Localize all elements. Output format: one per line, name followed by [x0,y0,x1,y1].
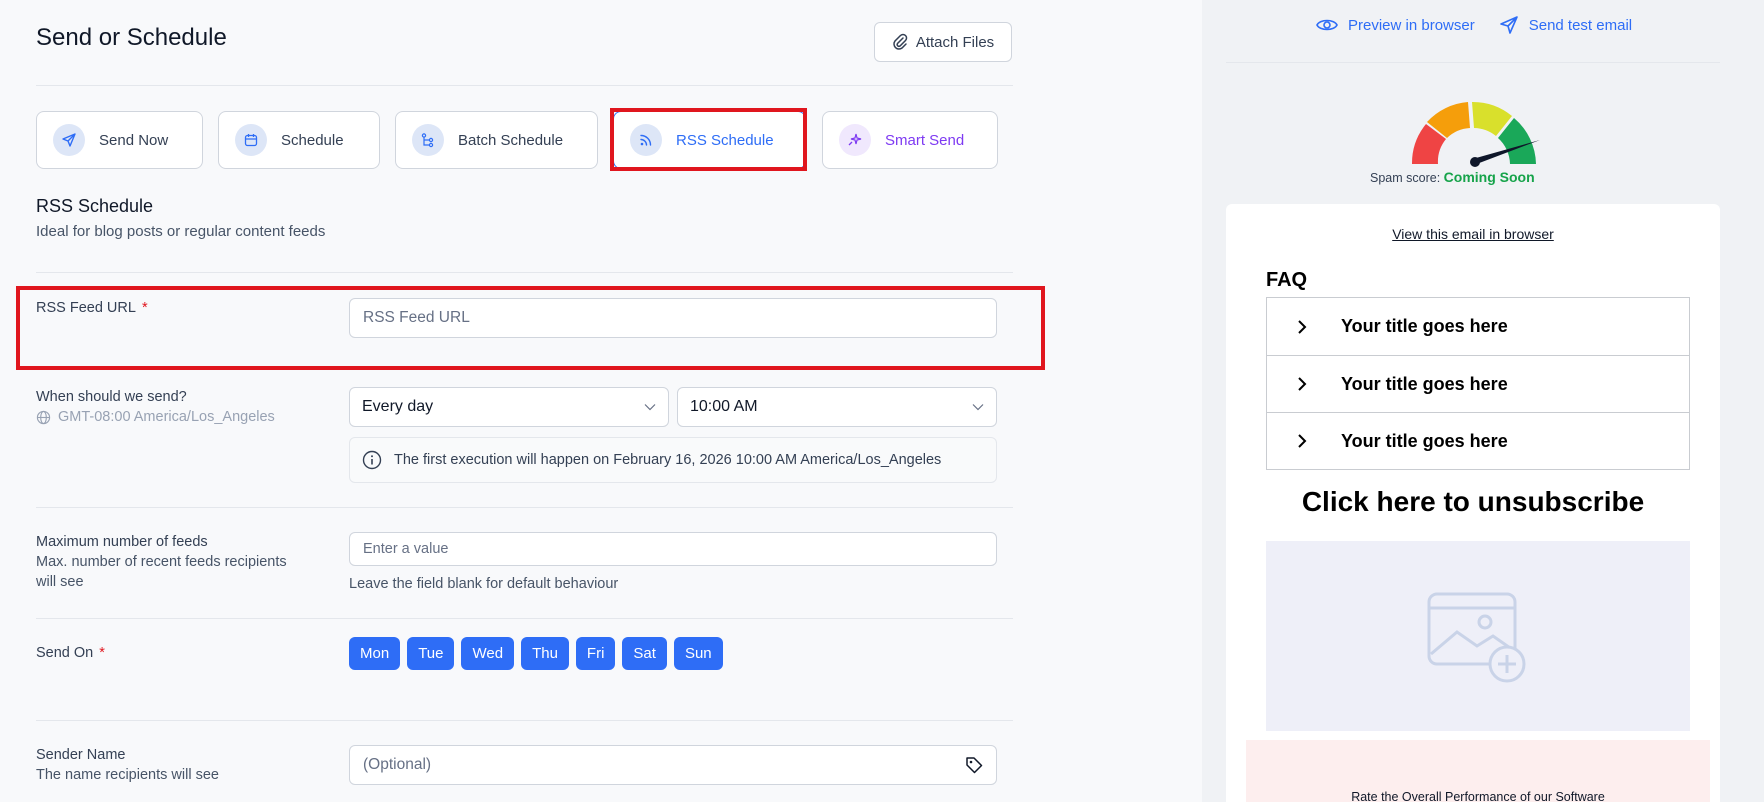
chevron-right-icon [1267,319,1337,335]
scheduler-panel: Send or Schedule Attach Files Send Now S… [0,0,1202,802]
first-execution-text: The first execution will happen on Febru… [394,452,942,468]
chevron-down-icon [972,404,984,411]
when-to-send-label: When should we send? [36,389,187,405]
frequency-value: Every day [362,398,434,415]
paperclip-icon [893,33,908,50]
unsubscribe-link[interactable]: Click here to unsubscribe [1226,486,1720,518]
faq-item[interactable]: Your title goes here [1267,412,1689,469]
day-sun-toggle[interactable]: Sun [673,637,723,670]
highlight-box-rss-url [16,286,1045,370]
tab-batch-schedule[interactable]: Batch Schedule [395,111,598,169]
send-test-email-link[interactable]: Send test email [1499,15,1632,35]
faq-item-title: Your title goes here [1341,430,1508,451]
spam-score-gauge [1411,101,1540,167]
email-preview-panel: Preview in browser Send test email Spam … [1202,0,1764,802]
chevron-right-icon [1267,376,1337,392]
time-select[interactable]: 10:00 AM [677,387,997,427]
info-icon [362,450,382,470]
tab-schedule[interactable]: Schedule [218,111,380,169]
eye-icon [1316,19,1338,31]
send-on-label: Send On * [36,645,105,661]
tab-label: Batch Schedule [458,131,564,149]
divider [36,618,1013,619]
send-icon [53,124,85,156]
page-title: Send or Schedule [36,24,227,51]
chevron-down-icon [644,404,656,411]
frequency-select[interactable]: Every day [349,387,669,427]
faq-accordion: Your title goes here Your title goes her… [1266,297,1690,470]
timezone-label: GMT-08:00 America/Los_Angeles [36,407,275,427]
faq-item-title: Your title goes here [1341,316,1508,336]
calendar-icon [235,124,267,156]
day-picker: Mon Tue Wed Thu Fri Sat Sun [349,637,723,670]
batch-icon [412,124,444,156]
sender-name-input[interactable]: (Optional) [349,745,997,785]
send-icon [1499,16,1518,34]
rating-text: Rate the Overall Performance of our Soft… [1351,790,1605,802]
spam-score: Spam score: Coming Soon [1370,169,1535,185]
add-image-icon [1427,592,1526,683]
sender-name-label: Sender Name [36,747,126,763]
max-feeds-input[interactable]: Enter a value [349,532,997,566]
divider [36,720,1013,721]
max-feeds-placeholder: Enter a value [363,541,449,557]
attach-files-button[interactable]: Attach Files [874,22,1012,62]
tag-icon[interactable] [964,755,984,775]
first-execution-info: The first execution will happen on Febru… [349,437,997,483]
section-title: RSS Schedule [36,196,154,216]
faq-item[interactable]: Your title goes here [1267,298,1689,355]
spam-score-value: Coming Soon [1443,169,1535,185]
chevron-right-icon [1267,433,1337,449]
faq-heading: FAQ [1266,269,1308,291]
section-subtitle: Ideal for blog posts or regular content … [36,223,326,240]
day-wed-toggle[interactable]: Wed [461,637,515,670]
sender-name-placeholder: (Optional) [363,756,432,773]
day-tue-toggle[interactable]: Tue [407,637,455,670]
day-mon-toggle[interactable]: Mon [349,637,401,670]
preview-actions: Preview in browser Send test email [1316,15,1632,35]
faq-item-title: Your title goes here [1341,373,1508,394]
required-marker: * [99,645,105,661]
highlight-box-rss-tab [610,108,807,171]
day-thu-toggle[interactable]: Thu [521,637,569,670]
tab-smart-send[interactable]: Smart Send [822,111,998,169]
email-preview-card: View this email in browser FAQ Your titl… [1226,204,1720,802]
tab-label: Send Now [99,131,169,149]
day-fri-toggle[interactable]: Fri [575,637,616,670]
rating-block: Rate the Overall Performance of our Soft… [1246,740,1710,802]
tab-send-now[interactable]: Send Now [36,111,203,169]
divider [36,85,1013,86]
view-in-browser-link[interactable]: View this email in browser [1226,226,1720,242]
max-feeds-hint: Leave the field blank for default behavi… [349,576,619,592]
sender-name-description: The name recipients will see [36,767,219,783]
faq-item[interactable]: Your title goes here [1267,355,1689,412]
tab-label: Schedule [281,131,344,149]
sparkle-icon [839,124,871,156]
image-placeholder [1266,541,1690,731]
divider [1226,62,1720,63]
divider [36,507,1013,508]
attach-files-label: Attach Files [915,33,995,51]
max-feeds-label: Maximum number of feeds [36,534,208,550]
tab-label: Smart Send [885,131,965,149]
divider [36,272,1013,273]
time-value: 10:00 AM [690,398,758,415]
day-sat-toggle[interactable]: Sat [622,637,667,670]
max-feeds-description: Max. number of recent feeds recipients w… [36,554,287,590]
globe-icon [36,410,51,424]
preview-in-browser-link[interactable]: Preview in browser [1316,15,1475,35]
